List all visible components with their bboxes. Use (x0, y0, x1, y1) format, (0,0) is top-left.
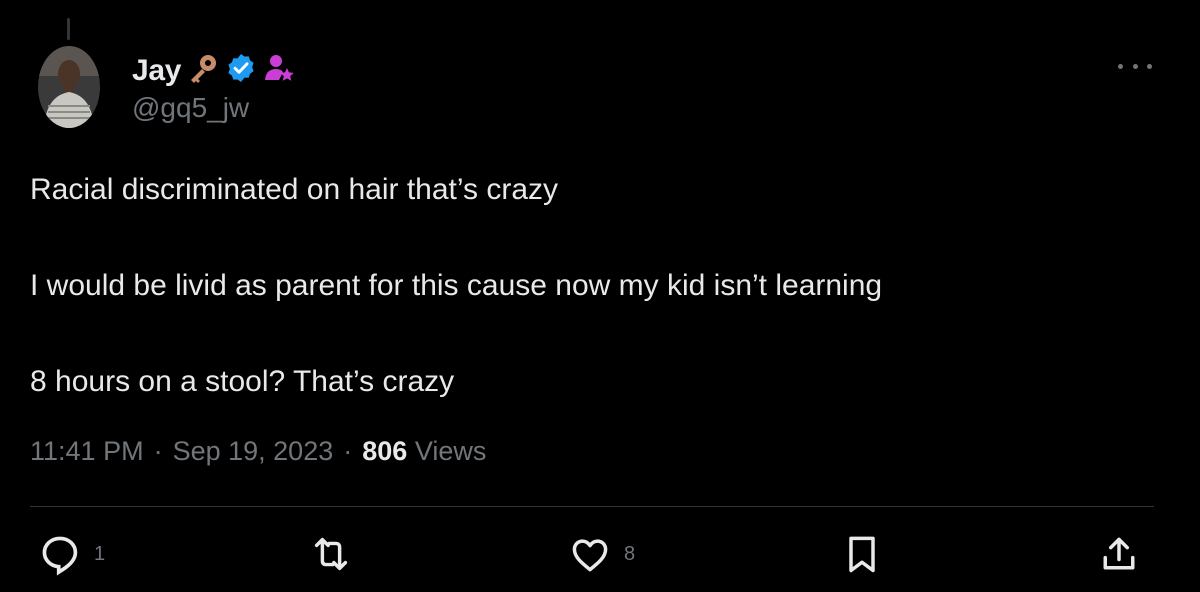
tweet-text: Racial discriminated on hair that’s craz… (30, 166, 1130, 406)
verified-badge-icon[interactable] (225, 52, 257, 89)
user-star-icon (263, 52, 295, 89)
avatar-image (38, 46, 100, 128)
more-options-icon[interactable] (1118, 56, 1152, 76)
meta-separator: · (343, 436, 353, 466)
bookmark-icon (849, 536, 875, 573)
like-button[interactable]: 8 (568, 532, 635, 576)
key-icon (187, 52, 219, 89)
share-button[interactable] (1097, 532, 1141, 576)
retweet-button[interactable] (308, 532, 366, 576)
meta-separator: · (153, 436, 163, 466)
reply-icon (42, 536, 78, 576)
author-header: Jay (132, 52, 295, 89)
more-dot (1147, 63, 1152, 69)
tweet-paragraph: Racial discriminated on hair that’s craz… (30, 173, 559, 206)
reply-count: 1 (94, 542, 106, 565)
views-label: Views (414, 436, 487, 466)
tweet-time[interactable]: 11:41 PM (30, 436, 144, 467)
author-handle[interactable]: @gq5_jw (132, 92, 249, 124)
more-dot (1132, 63, 1138, 69)
tweet-meta: 11:41 PM · Sep 19, 2023 · 806 Views (30, 436, 486, 467)
retweet-icon (314, 537, 348, 571)
bookmark-button[interactable] (840, 532, 884, 576)
avatar[interactable] (38, 46, 100, 128)
thread-connector-line (67, 18, 70, 40)
divider (30, 506, 1154, 507)
tweet-paragraph: 8 hours on a stool? That’s crazy (30, 365, 455, 398)
author-name[interactable]: Jay (132, 54, 181, 88)
reply-button[interactable]: 1 (38, 532, 105, 576)
like-count: 8 (624, 542, 636, 565)
views-count: 806 (362, 436, 408, 466)
share-icon (1103, 537, 1135, 570)
more-dot (1118, 63, 1123, 69)
tweet-paragraph: I would be livid as parent for this caus… (30, 269, 883, 302)
tweet-date[interactable]: Sep 19, 2023 (173, 436, 334, 467)
heart-icon (572, 539, 608, 572)
